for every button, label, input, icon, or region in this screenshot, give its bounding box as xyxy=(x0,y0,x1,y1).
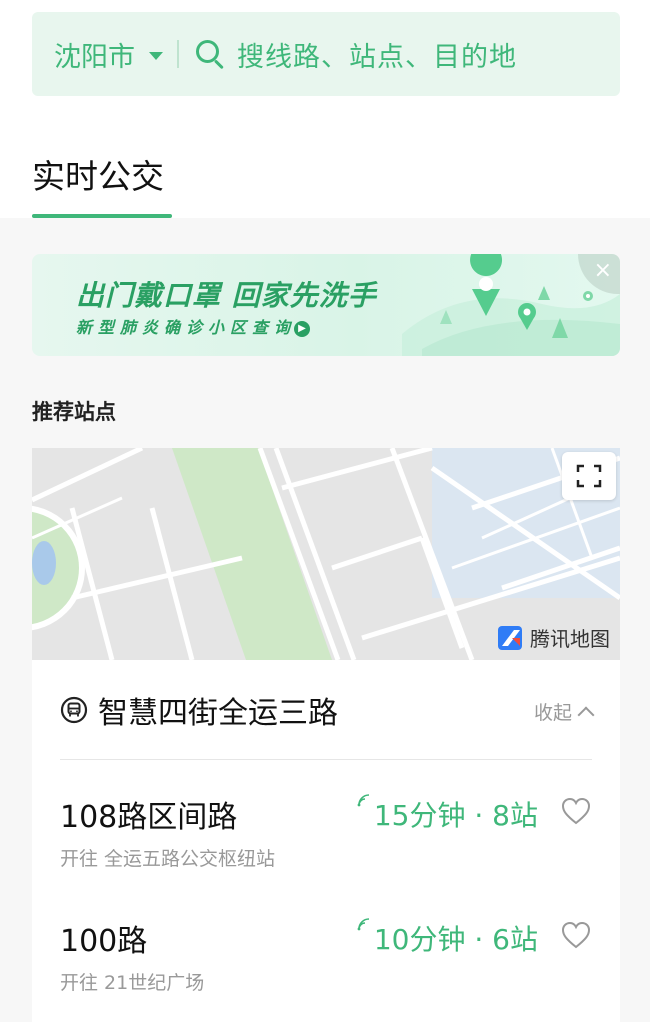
route-item[interactable]: 108路区间路 开往 全运五路公交枢纽站 15分钟 · 8站 xyxy=(60,792,592,892)
city-selector[interactable]: 沈阳市 xyxy=(54,35,135,74)
arrow-right-icon: ▶ xyxy=(294,320,311,337)
search-divider xyxy=(177,40,179,68)
bus-stop-icon xyxy=(60,696,88,724)
collapse-button[interactable]: 收起 xyxy=(533,698,595,725)
route-eta: 15分钟 · 8站 xyxy=(356,794,538,834)
top-header: 沈阳市 搜线路、站点、目的地 实时公交 xyxy=(0,0,650,218)
search-icon xyxy=(195,39,225,70)
section-title-recommended-stops: 推荐站点 xyxy=(32,400,116,424)
banner-title: 出门戴口罩 回家先洗手 xyxy=(76,279,377,312)
fullscreen-icon xyxy=(576,464,602,488)
stop-card: 智慧四街全运三路 收起 108路区间路 开往 全运五路公交枢纽站 15分钟 · … xyxy=(32,660,620,1022)
search-input[interactable]: 搜线路、站点、目的地 xyxy=(237,35,517,74)
stop-name: 智慧四街全运三路 xyxy=(98,696,338,731)
banner-subtitle[interactable]: 新型肺炎确诊小区查询 ▶ xyxy=(76,314,311,338)
route-direction: 开往 全运五路公交枢纽站 xyxy=(60,848,276,870)
stop-header: 智慧四街全运三路 xyxy=(60,688,338,732)
caret-down-icon[interactable] xyxy=(149,52,163,60)
banner-subtitle-text: 新型肺炎确诊小区查询 xyxy=(76,318,297,337)
route-item[interactable]: 100路 开往 21世纪广场 10分钟 · 6站 xyxy=(60,916,592,1016)
heart-icon[interactable] xyxy=(560,796,592,826)
map-view[interactable]: 腾讯地图 xyxy=(32,448,620,660)
tab-active-indicator xyxy=(32,214,172,218)
fullscreen-button[interactable] xyxy=(562,452,616,500)
tab-realtime-bus[interactable]: 实时公交 xyxy=(32,150,164,198)
route-eta-text: 15分钟 · 8站 xyxy=(373,799,538,832)
promo-banner[interactable]: 出门戴口罩 回家先洗手 新型肺炎确诊小区查询 ▶ × xyxy=(32,254,620,356)
heart-icon[interactable] xyxy=(560,920,592,950)
chevron-up-icon xyxy=(577,706,595,723)
route-name: 100路 xyxy=(60,924,148,959)
tencent-map-icon xyxy=(498,625,522,650)
route-name: 108路区间路 xyxy=(60,800,238,835)
realtime-signal-icon xyxy=(357,794,369,807)
collapse-label: 收起 xyxy=(533,702,572,724)
search-bar[interactable]: 沈阳市 搜线路、站点、目的地 xyxy=(32,12,620,96)
card-divider xyxy=(60,759,592,760)
realtime-signal-icon xyxy=(357,918,369,931)
route-eta-text: 10分钟 · 6站 xyxy=(373,923,538,956)
route-direction: 开往 21世纪广场 xyxy=(60,972,205,994)
map-provider-logo: 腾讯地图 xyxy=(496,623,610,652)
map-provider-label: 腾讯地图 xyxy=(530,627,610,651)
route-eta: 10分钟 · 6站 xyxy=(356,918,538,958)
